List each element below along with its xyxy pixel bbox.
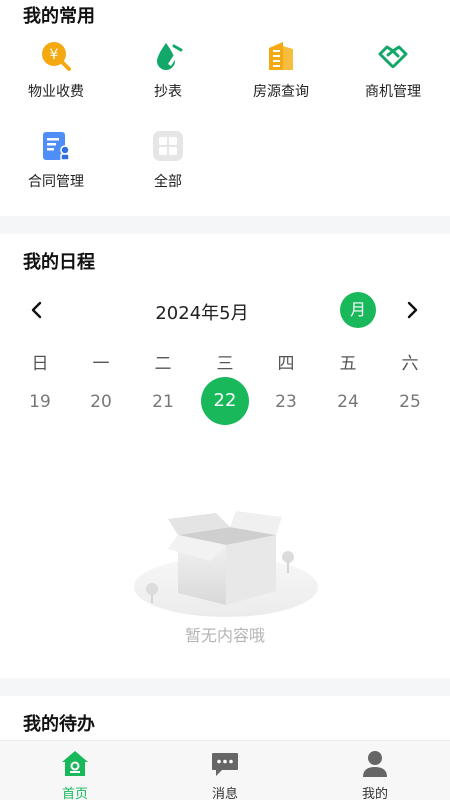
water-drop-pen-icon	[157, 43, 183, 70]
tab-messages[interactable]: 消息	[180, 749, 270, 800]
calendar-header: 2024年5月 月	[0, 290, 450, 330]
calendar-day[interactable]: 20	[76, 392, 126, 412]
message-icon	[212, 753, 238, 776]
contract-icon	[43, 132, 70, 161]
fav-item-contract-management[interactable]: 合同管理	[0, 130, 112, 194]
empty-box-illustration	[134, 511, 318, 617]
profile-icon	[363, 751, 387, 777]
calendar-day-selected[interactable]: 22	[201, 377, 249, 425]
weekday-label: 四	[277, 354, 295, 374]
schedule-title: 我的日程	[23, 252, 95, 273]
weekday-label: 二	[154, 354, 172, 374]
favorites-title: 我的常用	[23, 6, 95, 27]
weekday-label: 三	[216, 354, 234, 374]
tab-label: 首页	[61, 787, 88, 800]
tab-mine[interactable]: 我的	[330, 749, 420, 800]
fav-item-property-fee[interactable]: ¥ 物业收费	[0, 40, 112, 104]
bottom-tab-bar: 首页 消息 我的	[0, 740, 450, 800]
app-page: 我的常用 ¥ 物业收费 抄表 房源查询 商机管理 合同管理 全部 我的日程 20…	[0, 0, 450, 800]
calendar-day[interactable]: 19	[15, 392, 65, 412]
fav-item-housing-query[interactable]: 房源查询	[225, 40, 337, 104]
svg-text:¥: ¥	[50, 47, 59, 63]
calendar-day[interactable]: 24	[323, 392, 373, 412]
fav-label: 抄表	[154, 84, 182, 100]
fav-item-opportunity-management[interactable]: 商机管理	[337, 40, 449, 104]
weekday-label: 五	[339, 354, 357, 374]
fav-item-all[interactable]: 全部	[112, 130, 224, 194]
favorites-card: 我的常用 ¥ 物业收费 抄表 房源查询 商机管理 合同管理 全部	[0, 0, 450, 216]
weekday-label: 六	[401, 354, 419, 374]
fav-item-meter-reading[interactable]: 抄表	[112, 40, 224, 104]
calendar-day[interactable]: 21	[138, 392, 188, 412]
grid-icon	[153, 131, 183, 161]
handshake-icon	[378, 45, 408, 68]
yen-coin-icon: ¥	[42, 42, 71, 71]
weekday-label: 日	[31, 354, 49, 374]
fav-label: 物业收费	[28, 84, 84, 100]
weekday-label: 一	[92, 354, 110, 374]
fav-label: 合同管理	[28, 174, 84, 190]
fav-label: 全部	[154, 174, 182, 190]
building-icon	[269, 42, 293, 70]
todo-title: 我的待办	[23, 714, 95, 735]
chevron-right-icon[interactable]	[400, 298, 424, 322]
tab-label: 我的	[361, 787, 388, 800]
tab-home[interactable]: 首页	[30, 749, 120, 800]
calendar-day[interactable]: 23	[261, 392, 311, 412]
fav-label: 房源查询	[253, 84, 309, 100]
home-icon	[62, 751, 88, 776]
empty-state-text: 暂无内容哦	[184, 626, 265, 645]
fav-label: 商机管理	[365, 84, 421, 100]
month-view-button[interactable]: 月	[340, 292, 376, 328]
tab-label: 消息	[211, 787, 238, 800]
calendar-day[interactable]: 25	[385, 392, 435, 412]
